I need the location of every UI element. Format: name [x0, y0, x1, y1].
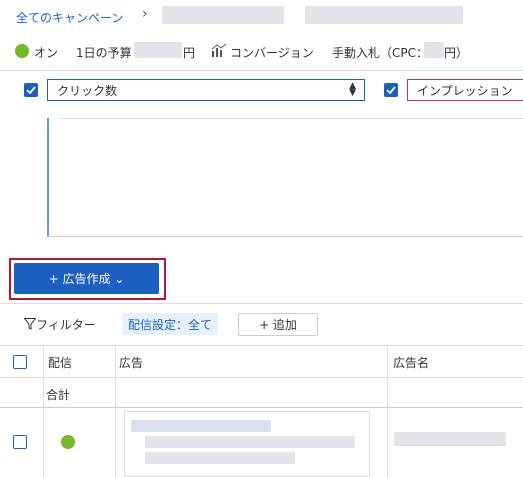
select-all-checkbox[interactable]	[13, 355, 27, 369]
total-label: 合計	[46, 388, 71, 402]
table-border	[0, 377, 523, 378]
manual-bid-value	[424, 42, 444, 58]
column-divider	[115, 345, 116, 477]
ad-name-value[interactable]	[394, 432, 506, 446]
table-border	[0, 345, 523, 346]
breadcrumb-all-campaigns[interactable]: 全てのキャンペーン	[16, 9, 123, 26]
add-filter-label: + 追加	[259, 318, 297, 332]
metric2-select[interactable]: インプレッション	[407, 79, 523, 101]
check-icon	[26, 86, 36, 94]
column-divider	[387, 345, 388, 477]
breadcrumb-chevron-icon: ›	[142, 6, 148, 22]
ad-preview-line	[145, 436, 355, 448]
chart-gridline	[60, 118, 523, 119]
delivery-setting-chip-label: 配信設定：全て	[128, 317, 213, 332]
manual-bid-label: 手動入札（CPC：	[332, 46, 428, 60]
ad-preview[interactable]	[124, 411, 370, 477]
breadcrumb-campaign-name[interactable]	[162, 6, 284, 24]
column-divider	[43, 345, 44, 477]
column-header-ad-name[interactable]: 広告名	[393, 354, 429, 371]
daily-budget-value	[134, 42, 182, 58]
metric2-checkbox[interactable]	[384, 83, 398, 97]
delivery-setting-chip[interactable]: 配信設定：全て	[122, 313, 219, 335]
bar-chart-icon	[211, 43, 227, 57]
status-on-label: オン	[34, 46, 59, 60]
filter-button[interactable]: フィルター	[23, 316, 96, 333]
daily-budget-label: 1日の予算	[76, 46, 132, 60]
filter-label: フィルター	[36, 318, 96, 332]
filter-icon	[23, 318, 37, 330]
divider	[0, 70, 523, 71]
manual-bid-yen: 円）	[444, 46, 469, 60]
metric1-checkbox[interactable]	[24, 83, 38, 97]
divider	[0, 303, 523, 304]
column-header-ad[interactable]: 広告	[119, 354, 143, 371]
bid-strategy-label: コンバージョン	[230, 46, 314, 60]
status-on-icon	[15, 44, 29, 58]
metric1-select[interactable]: クリック数 ▲ ▼	[47, 79, 365, 101]
check-icon	[386, 86, 396, 94]
add-filter-button[interactable]: + 追加	[238, 313, 318, 336]
select-arrows-icon: ▲ ▼	[349, 81, 356, 98]
ad-preview-headline	[131, 420, 271, 432]
column-header-delivery[interactable]: 配信	[48, 354, 72, 371]
performance-chart	[47, 118, 523, 237]
row-checkbox[interactable]	[13, 435, 27, 449]
create-ad-label: + 広告作成 ⌄	[48, 272, 125, 286]
delivery-status-on-icon	[61, 435, 75, 449]
metric1-select-value: クリック数	[57, 83, 118, 98]
daily-budget-yen: 円	[183, 46, 196, 60]
table-border	[0, 407, 523, 408]
breadcrumb-adgroup-name[interactable]	[305, 6, 463, 24]
metric2-select-value: インプレッション	[417, 83, 513, 98]
ad-preview-line	[145, 452, 295, 464]
create-ad-button[interactable]: + 広告作成 ⌄	[14, 263, 159, 294]
